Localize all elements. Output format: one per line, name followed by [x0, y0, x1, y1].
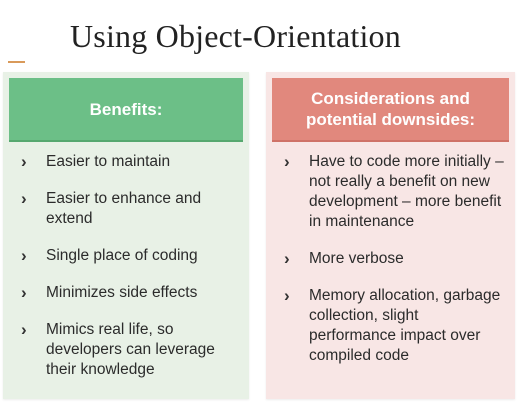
benefit-text: Easier to enhance and extend — [46, 190, 202, 227]
benefits-panel: Benefits: › Easier to maintain › Easier … — [3, 72, 249, 399]
downside-text: More verbose — [309, 250, 404, 267]
list-item: › Easier to maintain — [3, 152, 249, 172]
benefits-header: Benefits: — [9, 78, 243, 142]
downside-text: Have to code more initially – not really… — [309, 153, 504, 230]
chevron-right-icon: › — [21, 189, 27, 208]
slide-title: Using Object-Orientation — [70, 18, 401, 54]
benefit-text: Minimizes side effects — [46, 284, 198, 301]
list-item: › Minimizes side effects — [3, 283, 249, 303]
benefit-text: Single place of coding — [46, 247, 198, 264]
list-item: › Have to code more initially – not real… — [266, 152, 515, 232]
list-item: › Easier to enhance and extend — [3, 189, 249, 229]
slide: Using Object-Orientation Benefits: › Eas… — [0, 0, 519, 419]
chevron-right-icon: › — [21, 320, 27, 339]
benefit-text: Easier to maintain — [46, 153, 171, 170]
chevron-right-icon: › — [284, 249, 290, 268]
list-item: › Single place of coding — [3, 246, 249, 266]
chevron-right-icon: › — [21, 246, 27, 265]
downsides-panel: Considerations and potential downsides: … — [266, 72, 515, 399]
chevron-right-icon: › — [21, 152, 27, 171]
list-item: › Mimics real life, so developers can le… — [3, 320, 249, 380]
benefit-text: Mimics real life, so developers can leve… — [46, 321, 215, 378]
chevron-right-icon: › — [284, 152, 290, 171]
downside-text: Memory allocation, garbage collection, s… — [309, 287, 501, 364]
accent-line — [8, 61, 25, 63]
list-item: › Memory allocation, garbage collection,… — [266, 286, 515, 366]
downsides-list: › Have to code more initially – not real… — [266, 152, 515, 366]
chevron-right-icon: › — [21, 283, 27, 302]
list-item: › More verbose — [266, 249, 515, 269]
chevron-right-icon: › — [284, 286, 290, 305]
benefits-list: › Easier to maintain › Easier to enhance… — [3, 152, 249, 380]
downsides-header: Considerations and potential downsides: — [272, 78, 509, 142]
